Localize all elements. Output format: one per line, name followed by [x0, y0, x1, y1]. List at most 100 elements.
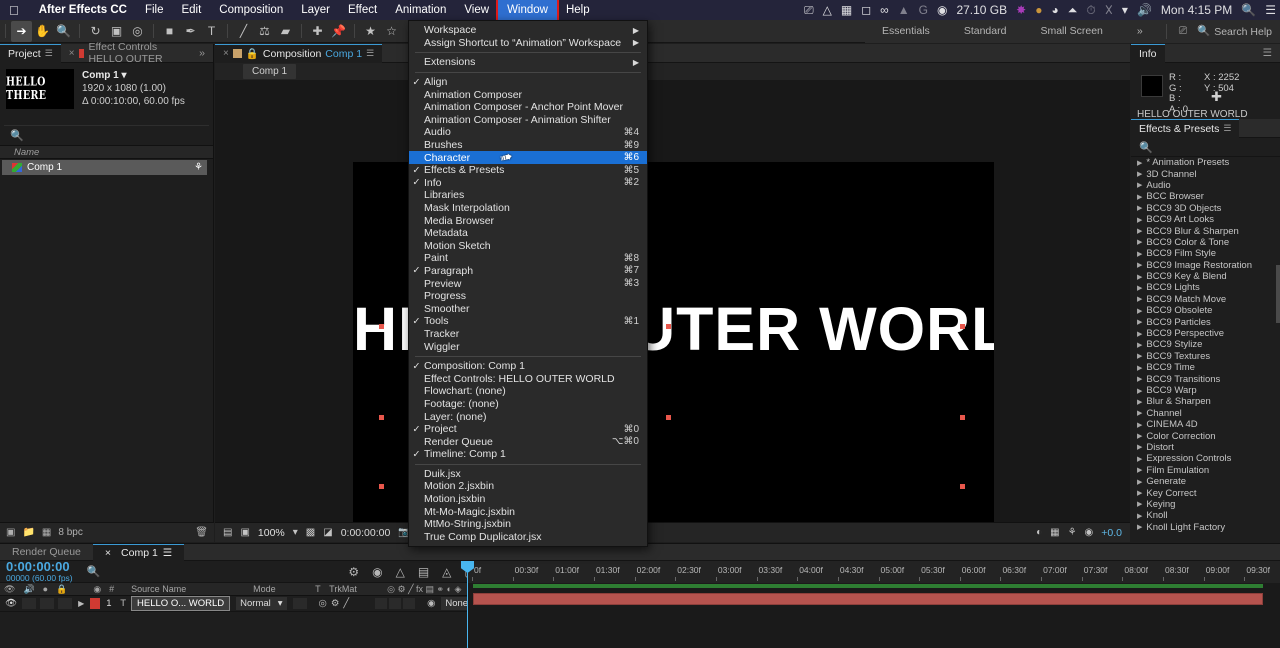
- menu-item[interactable]: ✓Composition: Comp 1: [409, 360, 647, 373]
- timeline-search-input[interactable]: 🔍: [73, 565, 101, 578]
- disclosure-triangle-icon[interactable]: ▶: [1137, 489, 1142, 497]
- composition-mini-flowchart-icon[interactable]: ⚙: [348, 565, 359, 579]
- effects-category-item[interactable]: ▶BCC9 Time: [1131, 362, 1280, 373]
- region-of-interest-icon[interactable]: ▩: [306, 527, 315, 538]
- disclosure-triangle-icon[interactable]: ▶: [1137, 238, 1142, 246]
- effects-category-item[interactable]: ▶Expression Controls: [1131, 453, 1280, 464]
- effects-category-item[interactable]: ▶BCC9 Lights: [1131, 282, 1280, 293]
- menu-item[interactable]: Assign Shortcut to “Animation” Workspace…: [409, 37, 647, 50]
- search-icon[interactable]: 🔍: [1193, 20, 1214, 43]
- panel-overflow[interactable]: »: [191, 44, 213, 63]
- label-color-swatch[interactable]: [90, 598, 100, 609]
- comp-thumbnail[interactable]: HELLO THERE: [6, 69, 74, 109]
- audio-toggle[interactable]: [22, 598, 36, 609]
- effects-category-item[interactable]: ▶Audio: [1131, 180, 1280, 191]
- menu-item[interactable]: Workspace▶: [409, 24, 647, 37]
- disclosure-triangle-icon[interactable]: ▶: [1137, 307, 1142, 315]
- tab-effects-presets[interactable]: Effects & Presets ☰: [1131, 119, 1239, 138]
- disclosure-triangle-icon[interactable]: ▶: [1137, 193, 1142, 201]
- layer-duration-bar[interactable]: [473, 593, 1263, 605]
- menu-animation[interactable]: Animation: [386, 0, 455, 20]
- effects-category-item[interactable]: ▶Color Correction: [1131, 430, 1280, 441]
- eye-icon[interactable]: 👁: [0, 584, 19, 595]
- effects-category-item[interactable]: ▶Distort: [1131, 442, 1280, 453]
- tab-project[interactable]: Project ☰: [0, 44, 61, 63]
- menu-item[interactable]: ✓Effects & Presets⌘5: [409, 164, 647, 177]
- selection-handle[interactable]: [960, 324, 965, 329]
- disclosure-triangle-icon[interactable]: ▶: [1137, 443, 1142, 451]
- menu-item[interactable]: Metadata: [409, 227, 647, 240]
- notification-icon[interactable]: ☰: [1265, 3, 1276, 17]
- disclosure-triangle-icon[interactable]: ▶: [1137, 159, 1142, 167]
- menu-item[interactable]: Audio⌘4: [409, 126, 647, 139]
- timeline-ruler[interactable]: 0f00:30f01:00f01:30f02:00f02:30f03:00f03…: [467, 561, 1280, 583]
- world-axis-icon[interactable]: ☆: [381, 21, 402, 42]
- disclosure-triangle-icon[interactable]: ▶: [1137, 216, 1142, 224]
- disclosure-triangle-icon[interactable]: ▶: [1137, 387, 1142, 395]
- timeline-current-time[interactable]: 0:00:00:00: [0, 561, 73, 573]
- effects-search-input[interactable]: 🔍: [1131, 138, 1280, 157]
- frame-blending-icon[interactable]: ◬: [442, 565, 451, 579]
- menu-item[interactable]: ✓Paragraph⌘7: [409, 265, 647, 278]
- menu-view[interactable]: View: [455, 0, 498, 20]
- label-color-icon[interactable]: ◉: [89, 584, 105, 595]
- tab-composition[interactable]: × 🔒 Composition Comp 1 ☰: [215, 44, 382, 63]
- search-icon[interactable]: 🔍: [1241, 3, 1256, 17]
- menu-window[interactable]: Window: [498, 0, 557, 20]
- disclosure-triangle-icon[interactable]: ▶: [1137, 375, 1142, 383]
- menu-item[interactable]: Extensions▶: [409, 56, 647, 69]
- lock-icon[interactable]: 🔒: [246, 47, 259, 60]
- effects-category-item[interactable]: ▶Keying: [1131, 499, 1280, 510]
- graph-editor-icon[interactable]: ▤: [418, 565, 429, 579]
- layer-source-name[interactable]: HELLO O... WORLD: [131, 596, 230, 611]
- window-dropdown-menu[interactable]: Workspace▶Assign Shortcut to “Animation”…: [408, 20, 648, 547]
- disclosure-triangle-icon[interactable]: ▶: [1137, 432, 1142, 440]
- effects-category-item[interactable]: ▶BCC9 Particles: [1131, 316, 1280, 327]
- disclosure-triangle-icon[interactable]: ▶: [1137, 341, 1142, 349]
- composition-viewer[interactable]: HELLO OUTER WORLD: [215, 80, 1130, 522]
- volume-icon[interactable]: 🔊: [1137, 3, 1152, 17]
- menu-item[interactable]: Smoother: [409, 302, 647, 315]
- tab-render-queue[interactable]: Render Queue: [0, 544, 93, 561]
- disclosure-triangle-icon[interactable]: ▶: [1137, 318, 1142, 326]
- disclosure-triangle-icon[interactable]: ▶: [1137, 227, 1142, 235]
- effects-category-item[interactable]: ▶BCC9 Key & Blend: [1131, 271, 1280, 282]
- resolution-icon[interactable]: ▦: [1050, 527, 1059, 538]
- column-t[interactable]: T: [311, 584, 325, 594]
- lock-icon[interactable]: 🔒: [52, 584, 71, 595]
- pen-tool[interactable]: ✒: [180, 21, 201, 42]
- zoom-tool[interactable]: 🔍: [53, 21, 74, 42]
- puppet-pin-tool[interactable]: 📌: [328, 21, 349, 42]
- disclosure-triangle-icon[interactable]: ▶: [1137, 295, 1142, 303]
- eraser-tool[interactable]: ▰: [275, 21, 296, 42]
- draft-3d-icon[interactable]: ◉: [372, 565, 382, 579]
- workspace-small-screen[interactable]: Small Screen: [1023, 20, 1119, 43]
- menu-item[interactable]: MtMo-String.jsxbin: [409, 518, 647, 531]
- disclosure-triangle-icon[interactable]: ▶: [1137, 466, 1142, 474]
- spinner-icon[interactable]: ✸: [1016, 3, 1026, 17]
- tab-info[interactable]: Info: [1131, 44, 1165, 63]
- comp-timecode-label[interactable]: 0:00:00:00: [341, 527, 391, 539]
- disclosure-triangle-icon[interactable]: ▶: [1137, 170, 1142, 178]
- menu-item[interactable]: Progress: [409, 290, 647, 303]
- effects-category-item[interactable]: ▶BCC9 3D Objects: [1131, 203, 1280, 214]
- disclosure-triangle-icon[interactable]: ▶: [1137, 273, 1142, 281]
- panel-menu-icon[interactable]: ☰: [163, 547, 172, 559]
- current-time-indicator[interactable]: [467, 561, 468, 648]
- rotation-tool[interactable]: ↻: [85, 21, 106, 42]
- effects-category-item[interactable]: ▶BCC9 Blur & Sharpen: [1131, 225, 1280, 236]
- view-icon[interactable]: ▣: [240, 527, 249, 538]
- menu-effect[interactable]: Effect: [339, 0, 386, 20]
- disclosure-triangle-icon[interactable]: ▶: [1137, 409, 1142, 417]
- menu-item[interactable]: Character⌘6: [409, 151, 647, 164]
- glasses-icon[interactable]: ∞: [880, 3, 889, 17]
- menu-item[interactable]: Motion.jsxbin: [409, 493, 647, 506]
- effects-category-item[interactable]: ▶BCC9 Match Move: [1131, 294, 1280, 305]
- lock-toggle[interactable]: [58, 598, 72, 609]
- toggle-transparency-icon[interactable]: ▤: [223, 527, 232, 538]
- solo-icon[interactable]: ●: [39, 584, 52, 594]
- layer-switch-boxes[interactable]: [375, 598, 415, 609]
- new-comp-icon[interactable]: ▦: [42, 527, 51, 538]
- apple-menu-icon[interactable]: : [0, 3, 30, 18]
- menu-item[interactable]: ✓Project⌘0: [409, 423, 647, 436]
